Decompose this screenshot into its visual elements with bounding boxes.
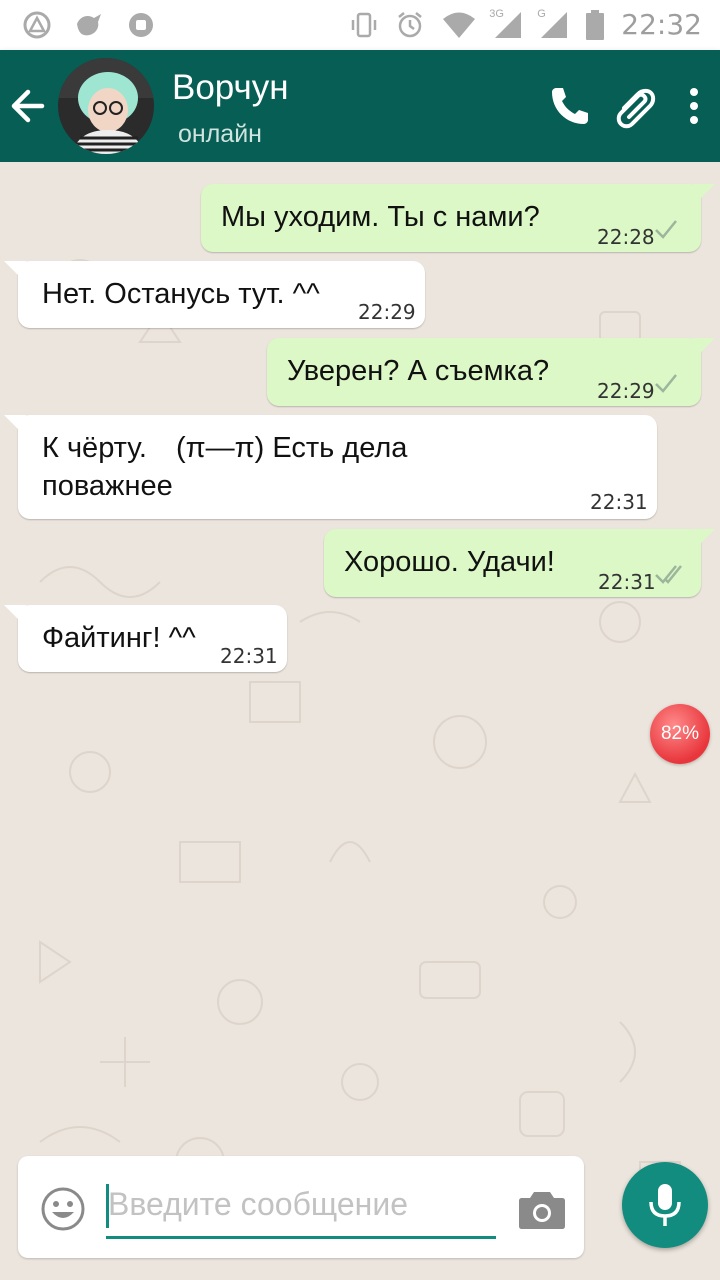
message-bubble-outgoing[interactable]: Уверен? А съемка? 22:29 (267, 338, 715, 406)
vibrate-icon (352, 12, 377, 37)
message-input[interactable]: Введите сообщение (106, 1178, 496, 1239)
bubble-tail (4, 605, 26, 627)
status-bar: 3G G 22:32 (0, 0, 720, 50)
message-text: Файтинг! ^^ (42, 622, 196, 654)
signal-3g-icon: 3G (489, 8, 523, 40)
bubble-tail (693, 529, 715, 551)
bubble-tail (693, 338, 715, 360)
single-check-icon (655, 220, 677, 239)
status-time: 22:32 (621, 8, 702, 41)
message-bubble-outgoing[interactable]: Хорошо. Удачи! 22:31 (324, 529, 715, 597)
wifi-icon (443, 12, 476, 38)
back-arrow-icon[interactable] (8, 80, 48, 132)
battery-icon (586, 9, 605, 40)
avatar[interactable] (58, 58, 154, 154)
contact-name[interactable]: Ворчун (172, 68, 289, 108)
chat-header: Ворчун онлайн (0, 50, 720, 162)
contact-status: онлайн (178, 120, 262, 148)
more-icon[interactable] (674, 82, 714, 130)
message-text-line: поважнее (42, 470, 173, 502)
message-time: 22:29 (597, 379, 655, 403)
message-text: Хорошо. Удачи! (344, 546, 555, 578)
bubble-tail (693, 184, 715, 206)
message-time: 22:31 (598, 570, 656, 594)
message-bubble-incoming[interactable]: Файтинг! ^^ 22:31 (4, 605, 287, 672)
message-input-bar: Введите сообщение (18, 1156, 584, 1258)
mic-button[interactable] (622, 1162, 708, 1248)
message-time: 22:31 (220, 644, 278, 668)
chat-area[interactable]: Мы уходим. Ты с нами? 22:28 Нет. Останус… (0, 162, 720, 1280)
message-time: 22:31 (590, 490, 648, 514)
mic-icon (649, 1184, 681, 1226)
message-text: Мы уходим. Ты с нами? (221, 201, 540, 233)
message-bubble-incoming[interactable]: К чёрту. (π―π) Есть дела поважнее 22:31 (4, 415, 657, 519)
attach-icon[interactable] (610, 82, 658, 130)
message-text: Уверен? А съемка? (287, 355, 550, 387)
bubble-tail (4, 261, 26, 283)
message-bubble-incoming[interactable]: Нет. Останусь тут. ^^ 22:29 (4, 261, 425, 328)
bird-notification-icon (77, 14, 101, 36)
message-text: Нет. Останусь тут. ^^ (42, 278, 320, 310)
signal-g-icon: G (537, 8, 569, 40)
double-check-icon (655, 565, 682, 584)
app-notification-icon (129, 13, 153, 37)
notification-triangle-icon (23, 11, 51, 39)
message-time: 22:29 (358, 300, 416, 324)
message-bubble-outgoing[interactable]: Мы уходим. Ты с нами? 22:28 (201, 184, 715, 252)
call-icon[interactable] (546, 82, 594, 130)
message-text-line: К чёрту. (π―π) Есть дела (42, 432, 408, 464)
message-time: 22:28 (597, 225, 655, 249)
emoji-icon[interactable] (40, 1186, 86, 1232)
camera-icon[interactable] (518, 1188, 566, 1230)
percentage-badge[interactable]: 82% (650, 704, 710, 764)
alarm-icon (398, 11, 423, 37)
single-check-icon (655, 374, 677, 393)
bubble-tail (4, 415, 26, 437)
message-input-placeholder: Введите сообщение (108, 1186, 408, 1222)
